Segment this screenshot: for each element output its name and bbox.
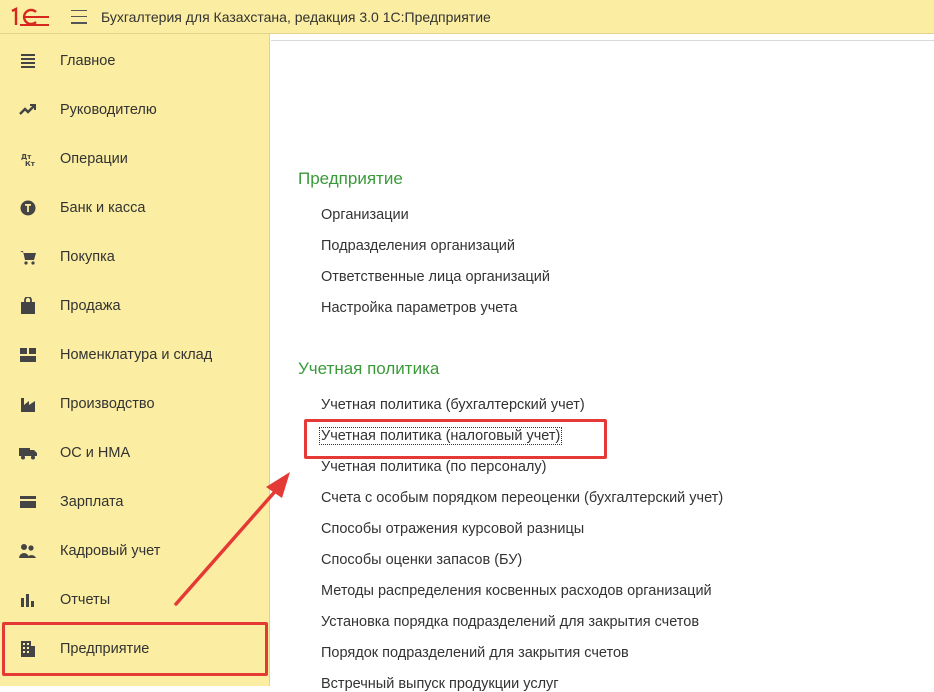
link-organizations[interactable]: Организации xyxy=(321,207,409,223)
shopping-bag-icon xyxy=(18,296,38,316)
sidebar-item-fixed-assets[interactable]: ОС и НМА xyxy=(0,428,268,477)
highlight-box-enterprise xyxy=(2,622,268,676)
sidebar-item-label: Банк и касса xyxy=(60,199,146,216)
sidebar-item-main[interactable]: Главное xyxy=(0,36,268,85)
sidebar-item-label: Кадровый учет xyxy=(60,542,161,559)
link-inventory-valuation[interactable]: Способы оценки запасов (БУ) xyxy=(321,552,522,568)
people-icon xyxy=(18,541,38,561)
main-menu-button[interactable] xyxy=(71,9,87,24)
sidebar-item-label: Производство xyxy=(60,395,155,412)
link-department-order-setup[interactable]: Установка порядка подразделений для закр… xyxy=(321,614,699,630)
sidebar-item-label: Зарплата xyxy=(60,493,124,510)
section-title-enterprise: Предприятие xyxy=(298,169,403,188)
sidebar-item-purchase[interactable]: Покупка xyxy=(0,232,268,281)
title-bar: Бухгалтерия для Казахстана, редакция 3.0… xyxy=(0,0,934,34)
sidebar-item-production[interactable]: Производство xyxy=(0,379,268,428)
link-policy-personnel[interactable]: Учетная политика (по персоналу) xyxy=(321,459,546,475)
link-department-order[interactable]: Порядок подразделений для закрытия счето… xyxy=(321,645,629,661)
link-exchange-difference[interactable]: Способы отражения курсовой разницы xyxy=(321,521,584,537)
section-content: Предприятие Организации Подразделения ор… xyxy=(271,34,934,692)
window-title: Бухгалтерия для Казахстана, редакция 3.0… xyxy=(101,8,491,25)
warehouse-icon xyxy=(18,345,38,365)
menu-lines-icon xyxy=(18,51,38,71)
factory-icon xyxy=(18,394,38,414)
sidebar-item-manager[interactable]: Руководителю xyxy=(0,85,268,134)
svg-text:Кт: Кт xyxy=(25,160,36,167)
sidebar-item-reports[interactable]: Отчеты xyxy=(0,575,268,624)
trend-chart-icon xyxy=(18,100,38,120)
sidebar-item-label: Главное xyxy=(60,52,116,69)
link-accounting-settings[interactable]: Настройка параметров учета xyxy=(321,300,517,316)
sidebar-item-label: Руководителю xyxy=(60,101,157,118)
link-counter-output[interactable]: Встречный выпуск продукции услуг xyxy=(321,676,559,692)
truck-icon xyxy=(18,443,38,463)
sidebar-item-label: Операции xyxy=(60,150,128,167)
sidebar-item-warehouse[interactable]: Номенклатура и склад xyxy=(0,330,268,379)
sidebar-item-label: Отчеты xyxy=(60,591,111,608)
divider xyxy=(271,40,934,41)
sidebar-item-bank[interactable]: Банк и касса xyxy=(0,183,268,232)
debit-credit-icon: Дт Кт xyxy=(18,149,38,169)
highlight-box-tax-policy xyxy=(304,419,607,459)
sidebar-item-label: ОС и НМА xyxy=(60,444,131,461)
sidebar-item-operations[interactable]: Дт Кт Операции xyxy=(0,134,268,183)
link-policy-accounting[interactable]: Учетная политика (бухгалтерский учет) xyxy=(321,397,585,413)
cart-icon xyxy=(18,247,38,267)
coin-icon xyxy=(18,198,38,218)
sidebar-item-salary[interactable]: Зарплата xyxy=(0,477,268,526)
bar-chart-icon xyxy=(18,590,38,610)
sidebar-item-label: Номенклатура и склад xyxy=(60,346,213,363)
link-revaluation-accounts[interactable]: Счета с особым порядком переоценки (бухг… xyxy=(321,490,723,506)
link-responsible-persons[interactable]: Ответственные лица организаций xyxy=(321,269,550,285)
sidebar-item-label: Покупка xyxy=(60,248,115,265)
wallet-icon xyxy=(18,492,38,512)
sidebar-item-hr[interactable]: Кадровый учет xyxy=(0,526,268,575)
sections-panel: Главное Руководителю Дт Кт Операции Банк … xyxy=(0,34,270,686)
link-departments[interactable]: Подразделения организаций xyxy=(321,238,515,254)
sidebar-item-sales[interactable]: Продажа xyxy=(0,281,268,330)
1c-logo xyxy=(9,6,55,28)
section-title-accounting-policy: Учетная политика xyxy=(298,359,440,378)
sidebar-item-label: Продажа xyxy=(60,297,121,314)
link-indirect-costs[interactable]: Методы распределения косвенных расходов … xyxy=(321,583,712,599)
